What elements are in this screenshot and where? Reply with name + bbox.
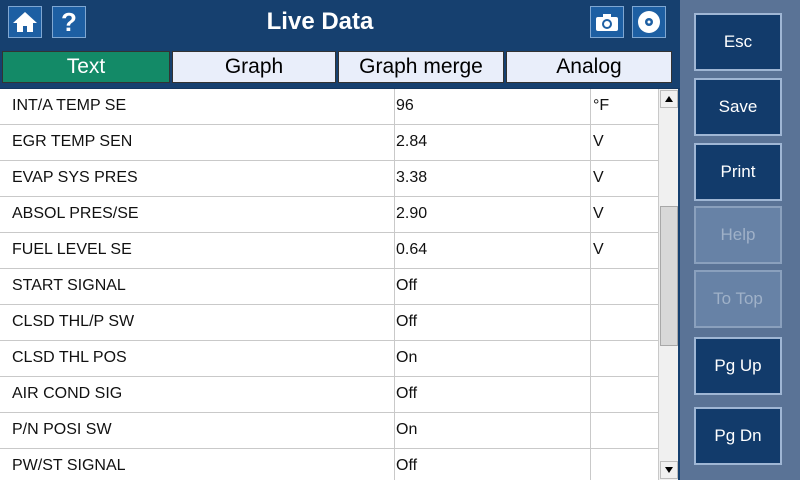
side-panel: Esc Save Print Help To Top Pg Up Pg Dn: [680, 0, 800, 480]
table-row[interactable]: ABSOL PRES/SE 2.90 V: [0, 197, 658, 233]
parameter-value: On: [396, 421, 418, 438]
parameter-name: ABSOL PRES/SE: [12, 205, 139, 222]
parameter-value: 3.38: [396, 169, 428, 186]
parameter-name: INT/A TEMP SE: [12, 97, 127, 114]
home-button[interactable]: [8, 6, 42, 38]
table-row[interactable]: EVAP SYS PRES 3.38 V: [0, 161, 658, 197]
print-button[interactable]: Print: [694, 143, 782, 201]
page-down-button[interactable]: Pg Dn: [694, 407, 782, 465]
parameter-value: Off: [396, 457, 418, 474]
parameter-unit: V: [593, 205, 604, 222]
table-body: INT/A TEMP SE 96 °F EGR TEMP SEN 2.84 V EVAP S…: [0, 89, 658, 480]
scroll-down-button[interactable]: [660, 461, 678, 479]
parameter-unit: V: [593, 169, 604, 186]
to-top-button[interactable]: To Top: [694, 270, 782, 328]
table-row[interactable]: EGR TEMP SEN 2.84 V: [0, 125, 658, 161]
tab-graph-merge[interactable]: Graph merge: [338, 51, 504, 83]
parameter-name: P/N POSI SW: [12, 421, 112, 438]
parameter-value: 2.84: [396, 133, 428, 150]
page-title: Live Data: [266, 8, 374, 35]
parameter-value: Off: [396, 385, 418, 402]
parameter-value: Off: [396, 277, 418, 294]
parameter-value: 2.90: [396, 205, 428, 222]
help-icon: ?: [61, 6, 77, 37]
parameter-unit: [593, 377, 653, 413]
parameter-unit: [593, 269, 653, 305]
camera-icon: [596, 14, 618, 31]
parameter-unit: [593, 341, 653, 377]
parameter-name: FUEL LEVEL SE: [12, 241, 132, 258]
parameter-name: AIR COND SIG: [12, 385, 123, 402]
page-up-button[interactable]: Pg Up: [694, 337, 782, 395]
screenshot-button[interactable]: [590, 6, 624, 38]
parameter-value: 0.64: [396, 241, 428, 258]
scroll-up-button[interactable]: [660, 90, 678, 108]
table-row[interactable]: P/N POSI SW On: [0, 413, 658, 449]
parameter-name: PW/ST SIGNAL: [12, 457, 126, 474]
scroll-up-arrow-icon: [665, 96, 673, 102]
parameter-value: Off: [396, 313, 418, 330]
header-bar: ? Live Data: [0, 0, 680, 46]
record-disc-icon: [638, 11, 660, 33]
table-row[interactable]: INT/A TEMP SE 96 °F: [0, 89, 658, 125]
save-button[interactable]: Save: [694, 78, 782, 136]
table-row[interactable]: FUEL LEVEL SE 0.64 V: [0, 233, 658, 269]
parameter-unit: [593, 413, 653, 449]
parameter-value: On: [396, 349, 418, 366]
tab-text[interactable]: Text: [2, 51, 170, 83]
esc-button[interactable]: Esc: [694, 13, 782, 71]
table-row[interactable]: START SIGNAL Off: [0, 269, 658, 305]
parameter-unit: V: [593, 133, 604, 150]
parameter-name: START SIGNAL: [12, 277, 126, 294]
live-data-table: INT/A TEMP SE 96 °F EGR TEMP SEN 2.84 V EVAP S…: [0, 89, 680, 480]
table-row[interactable]: PW/ST SIGNAL Off: [0, 449, 658, 480]
view-tabs: Text Graph Graph merge Analog: [0, 46, 680, 88]
home-icon: [13, 12, 37, 32]
parameter-name: EVAP SYS PRES: [12, 169, 138, 186]
vertical-scrollbar[interactable]: [658, 89, 678, 480]
help-icon-button[interactable]: ?: [52, 6, 86, 38]
scroll-down-arrow-icon: [665, 467, 673, 473]
scroll-thumb[interactable]: [660, 206, 678, 346]
table-row[interactable]: CLSD THL POS On: [0, 341, 658, 377]
parameter-name: CLSD THL POS: [12, 349, 127, 366]
table-row[interactable]: CLSD THL/P SW Off: [0, 305, 658, 341]
parameter-unit: [593, 449, 653, 480]
table-row[interactable]: AIR COND SIG Off: [0, 377, 658, 413]
help-button[interactable]: Help: [694, 206, 782, 264]
tab-analog[interactable]: Analog: [506, 51, 672, 83]
parameter-value: 96: [396, 97, 414, 114]
parameter-name: CLSD THL/P SW: [12, 313, 135, 330]
parameter-unit: V: [593, 241, 604, 258]
tab-graph[interactable]: Graph: [172, 51, 336, 83]
parameter-name: EGR TEMP SEN: [12, 133, 133, 150]
parameter-unit: [593, 305, 653, 341]
record-button[interactable]: [632, 6, 666, 38]
parameter-unit: °F: [593, 97, 610, 114]
